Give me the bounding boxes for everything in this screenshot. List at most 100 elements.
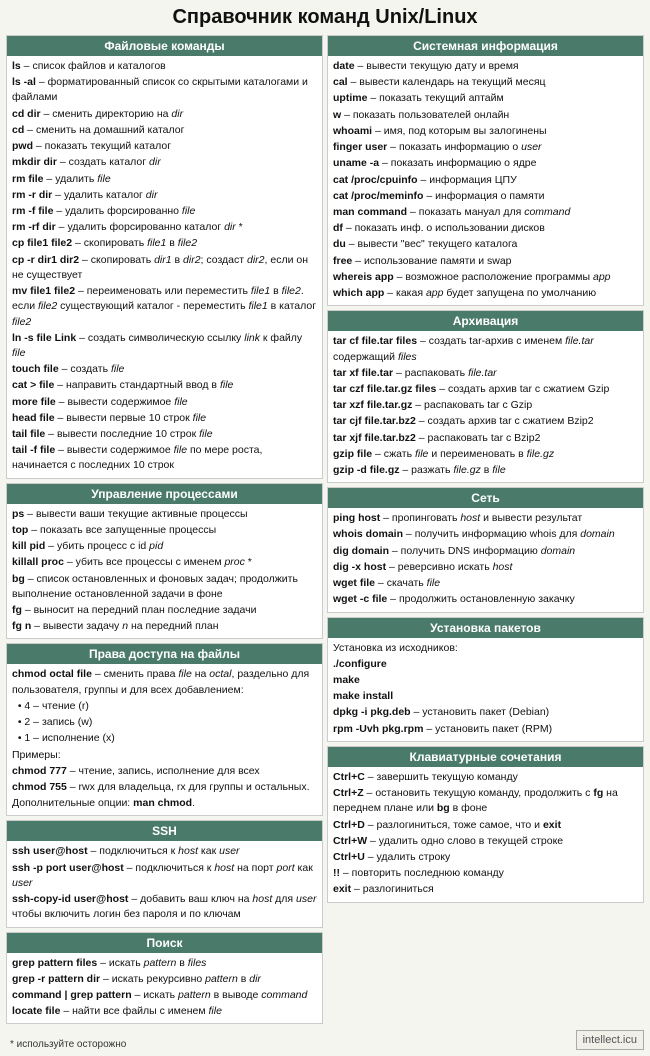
section-archiving: Архивация tar cf file.tar files – создат… bbox=[327, 310, 644, 483]
kbd-cmd-5: Ctrl+U – удалить строку bbox=[333, 850, 638, 865]
kbd-cmd-7: exit – разлогиниться bbox=[333, 882, 638, 897]
bottom-area: * используйте осторожно intellect.icu bbox=[6, 1030, 644, 1050]
sysinfo-cmd-5: whoami – имя, под которым вы залогинены bbox=[333, 124, 638, 139]
page: Справочник команд Unix/Linux Файловые ко… bbox=[0, 0, 650, 1056]
section-body-archiving: tar cf file.tar files – создать tar-архи… bbox=[328, 331, 643, 482]
perm-examples-label: Примеры: bbox=[12, 748, 317, 763]
sysinfo-cmd-1: date – вывести текущую дату и время bbox=[333, 59, 638, 74]
section-title-permissions: Права доступа на файлы bbox=[7, 644, 322, 664]
pkg-cmd-3: make install bbox=[333, 689, 638, 704]
pkg-cmd-2: make bbox=[333, 673, 638, 688]
section-keyboard-shortcuts: Клавиатурные сочетания Ctrl+C – завершит… bbox=[327, 746, 644, 903]
section-body-packages: Установка из исходников: ./configure mak… bbox=[328, 638, 643, 741]
proc-cmd-4: killall proc – убить все процессы с имен… bbox=[12, 555, 317, 570]
arch-cmd-1: tar cf file.tar files – создать tar-архи… bbox=[333, 334, 638, 364]
section-body-file-commands: ls – список файлов и каталогов ls -al – … bbox=[7, 56, 322, 478]
pkg-cmd-4: dpkg -i pkg.deb – установить пакет (Debi… bbox=[333, 705, 638, 720]
section-package-install: Установка пакетов Установка из исходнико… bbox=[327, 617, 644, 742]
section-body-search: grep pattern files – искать pattern в fi… bbox=[7, 953, 322, 1024]
section-body-ssh: ssh user@host – подключиться к host как … bbox=[7, 841, 322, 926]
search-cmd-1: grep pattern files – искать pattern в fi… bbox=[12, 956, 317, 971]
file-cmd-13: mv file1 file2 – переименовать или перем… bbox=[12, 284, 317, 330]
section-title-archiving: Архивация bbox=[328, 311, 643, 331]
file-cmd-7: rm file – удалить file bbox=[12, 172, 317, 187]
net-cmd-3: dig domain – получить DNS информацию dom… bbox=[333, 544, 638, 559]
asterisk-note: * используйте осторожно bbox=[6, 1039, 126, 1050]
section-title-ssh: SSH bbox=[7, 821, 322, 841]
file-cmd-17: more file – вывести содержимое file bbox=[12, 395, 317, 410]
section-system-info: Системная информация date – вывести теку… bbox=[327, 35, 644, 306]
ssh-cmd-2: ssh -p port user@host – подключиться к h… bbox=[12, 861, 317, 891]
kbd-cmd-3: Ctrl+D – разлогиниться, тоже самое, что … bbox=[333, 818, 638, 833]
file-cmd-4: cd – сменить на домашний каталог bbox=[12, 123, 317, 138]
file-cmd-11: cp file1 file2 – скопировать file1 в fil… bbox=[12, 236, 317, 251]
left-column: Файловые команды ls – список файлов и ка… bbox=[6, 35, 323, 1028]
section-body-network: ping host – пропинговать host и вывести … bbox=[328, 508, 643, 611]
search-cmd-4: locate file – найти все файлы с именем f… bbox=[12, 1004, 317, 1019]
sysinfo-cmd-4: w – показать пользователей онлайн bbox=[333, 108, 638, 123]
sysinfo-cmd-13: free – использование памяти и swap bbox=[333, 254, 638, 269]
net-cmd-2: whois domain – получить информацию whois… bbox=[333, 527, 638, 542]
perm-r: • 4 – чтение (r) bbox=[12, 699, 317, 714]
file-cmd-19: tail file – вывести последние 10 строк f… bbox=[12, 427, 317, 442]
section-file-permissions: Права доступа на файлы chmod octal file … bbox=[6, 643, 323, 816]
search-cmd-3: command | grep pattern – искать pattern … bbox=[12, 988, 317, 1003]
ssh-cmd-3: ssh-copy-id user@host – добавить ваш клю… bbox=[12, 892, 317, 922]
arch-cmd-5: tar cjf file.tar.bz2 – создать архив tar… bbox=[333, 414, 638, 429]
kbd-cmd-6: !! – повторить последнюю команду bbox=[333, 866, 638, 881]
pkg-cmd-5: rpm -Uvh pkg.rpm – установить пакет (RPM… bbox=[333, 722, 638, 737]
proc-cmd-7: fg n – вывести задачу n на передний план bbox=[12, 619, 317, 634]
file-cmd-1: ls – список файлов и каталогов bbox=[12, 59, 317, 74]
file-cmd-8: rm -r dir – удалить каталог dir bbox=[12, 188, 317, 203]
section-body-sysinfo: date – вывести текущую дату и время cal … bbox=[328, 56, 643, 305]
main-grid: Файловые команды ls – список файлов и ка… bbox=[6, 35, 644, 1028]
arch-cmd-2: tar xf file.tar – распаковать file.tar bbox=[333, 366, 638, 381]
section-title-file-commands: Файловые команды bbox=[7, 36, 322, 56]
arch-cmd-6: tar xjf file.tar.bz2 – распаковать tar с… bbox=[333, 431, 638, 446]
sysinfo-cmd-2: cal – вывести календарь на текущий месяц bbox=[333, 75, 638, 90]
watermark-box: intellect.icu bbox=[576, 1030, 644, 1050]
net-cmd-6: wget -c file – продолжить остановленную … bbox=[333, 592, 638, 607]
sysinfo-cmd-7: uname -a – показать информацию о ядре bbox=[333, 156, 638, 171]
perm-example-777: chmod 777 – чтение, запись, исполнение д… bbox=[12, 764, 317, 779]
file-cmd-20: tail -f file – вывести содержимое file п… bbox=[12, 443, 317, 473]
pkg-cmd-1: ./configure bbox=[333, 657, 638, 672]
file-cmd-5: pwd – показать текущий каталог bbox=[12, 139, 317, 154]
sysinfo-cmd-3: uptime – показать текущий аптайм bbox=[333, 91, 638, 106]
sysinfo-cmd-10: man command – показать мануал для comman… bbox=[333, 205, 638, 220]
section-title-sysinfo: Системная информация bbox=[328, 36, 643, 56]
kbd-cmd-4: Ctrl+W – удалить одно слово в текущей ст… bbox=[333, 834, 638, 849]
perm-example-755: chmod 755 – rwx для владельца, rx для гр… bbox=[12, 780, 317, 795]
perm-x: • 1 – исполнение (x) bbox=[12, 731, 317, 746]
ssh-cmd-1: ssh user@host – подключиться к host как … bbox=[12, 844, 317, 859]
perm-desc: chmod octal file – сменить права file на… bbox=[12, 667, 317, 697]
net-cmd-5: wget file – скачать file bbox=[333, 576, 638, 591]
section-title-process: Управление процессами bbox=[7, 484, 322, 504]
sysinfo-cmd-12: du – вывести "вес" текущего каталога bbox=[333, 237, 638, 252]
file-cmd-2: ls -al – форматированный список со скрыт… bbox=[12, 75, 317, 105]
kbd-cmd-1: Ctrl+C – завершить текущую команду bbox=[333, 770, 638, 785]
section-title-packages: Установка пакетов bbox=[328, 618, 643, 638]
section-body-permissions: chmod octal file – сменить права file на… bbox=[7, 664, 322, 815]
section-network: Сеть ping host – пропинговать host и выв… bbox=[327, 487, 644, 612]
file-cmd-16: cat > file – направить стандартный ввод … bbox=[12, 378, 317, 393]
sysinfo-cmd-14: whereis app – возможное расположение про… bbox=[333, 270, 638, 285]
sysinfo-cmd-8: cat /proc/cpuinfo – информация ЦПУ bbox=[333, 173, 638, 188]
perm-more: Дополнительные опции: man chmod. bbox=[12, 796, 317, 811]
file-cmd-14: ln -s file Link – создать символическую … bbox=[12, 331, 317, 361]
page-title: Справочник команд Unix/Linux bbox=[6, 6, 644, 29]
arch-cmd-7: gzip file – сжать file и переименовать в… bbox=[333, 447, 638, 462]
watermark-text: intellect.icu bbox=[583, 1034, 637, 1046]
section-process-management: Управление процессами ps – вывести ваши … bbox=[6, 483, 323, 640]
perm-w: • 2 – запись (w) bbox=[12, 715, 317, 730]
section-title-network: Сеть bbox=[328, 488, 643, 508]
section-body-keyboard: Ctrl+C – завершить текущую команду Ctrl+… bbox=[328, 767, 643, 902]
net-cmd-1: ping host – пропинговать host и вывести … bbox=[333, 511, 638, 526]
sysinfo-cmd-11: df – показать инф. о использовании диско… bbox=[333, 221, 638, 236]
arch-cmd-8: gzip -d file.gz – разжать file.gz в file bbox=[333, 463, 638, 478]
sysinfo-cmd-9: cat /proc/meminfo – информация о памяти bbox=[333, 189, 638, 204]
proc-cmd-2: top – показать все запущенные процессы bbox=[12, 523, 317, 538]
proc-cmd-6: fg – выносит на передний план последние … bbox=[12, 603, 317, 618]
search-cmd-2: grep -r pattern dir – искать рекурсивно … bbox=[12, 972, 317, 987]
proc-cmd-3: kill pid – убить процесс с id pid bbox=[12, 539, 317, 554]
